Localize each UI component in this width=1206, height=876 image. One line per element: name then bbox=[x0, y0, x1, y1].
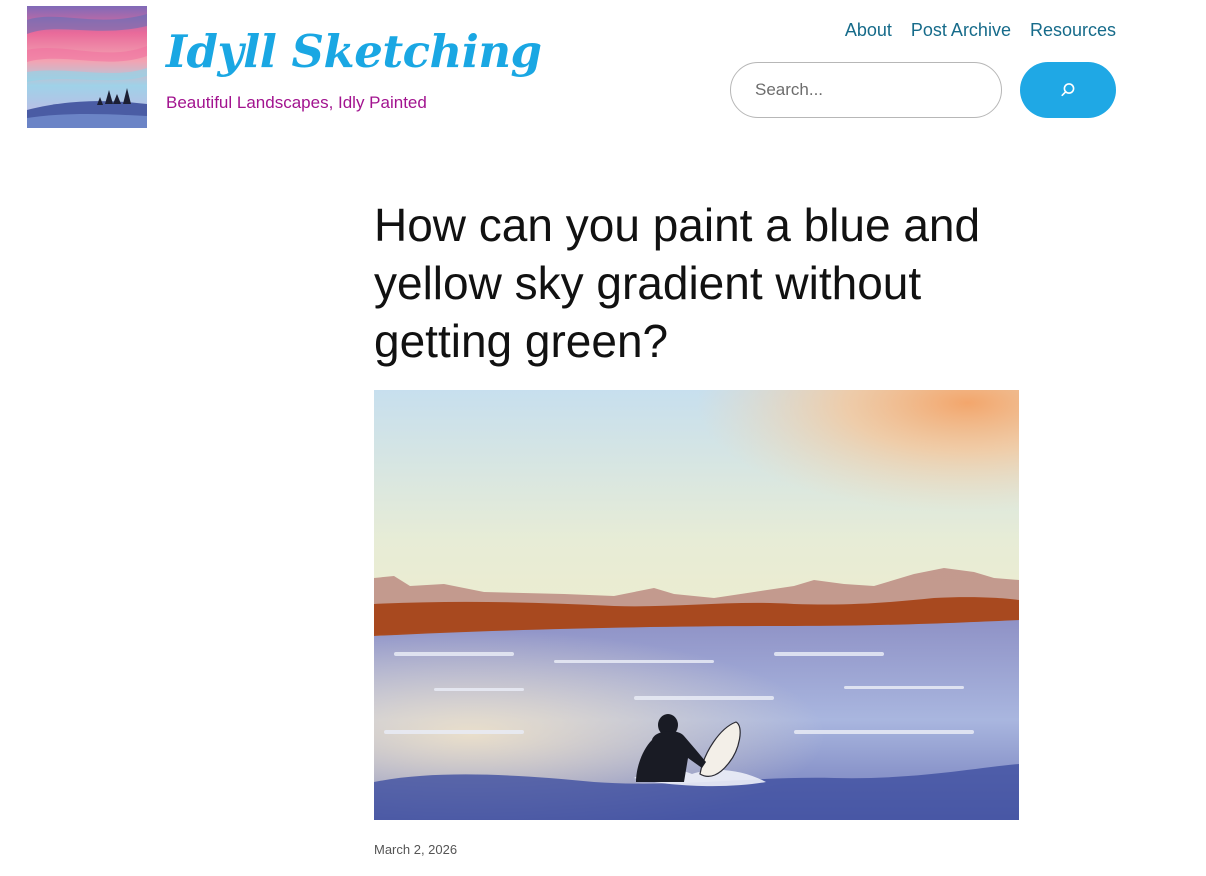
post-date: March 2, 2026 bbox=[374, 842, 458, 857]
nav-item-resources[interactable]: Resources bbox=[1030, 18, 1116, 42]
search-button[interactable] bbox=[1020, 62, 1116, 118]
search-icon bbox=[1061, 83, 1075, 97]
search-input[interactable] bbox=[730, 62, 1002, 118]
nav-item-post-archive[interactable]: Post Archive bbox=[911, 18, 1011, 42]
featured-painting bbox=[374, 390, 1019, 820]
site-tagline: Beautiful Landscapes, Idly Painted bbox=[166, 93, 427, 112]
featured-image bbox=[374, 390, 1019, 820]
search-form bbox=[730, 62, 1116, 118]
primary-nav: About Post Archive Resources bbox=[845, 18, 1116, 42]
post: How can you paint a blue and yellow sky … bbox=[374, 196, 1019, 857]
post-title: How can you paint a blue and yellow sky … bbox=[374, 199, 981, 367]
nav-item-about[interactable]: About bbox=[845, 18, 892, 42]
logo-image bbox=[27, 6, 147, 128]
site-title[interactable]: Idyll Sketching bbox=[166, 22, 542, 82]
site-logo[interactable] bbox=[27, 6, 147, 128]
site-header: Idyll Sketching Beautiful Landscapes, Id… bbox=[0, 0, 1206, 140]
